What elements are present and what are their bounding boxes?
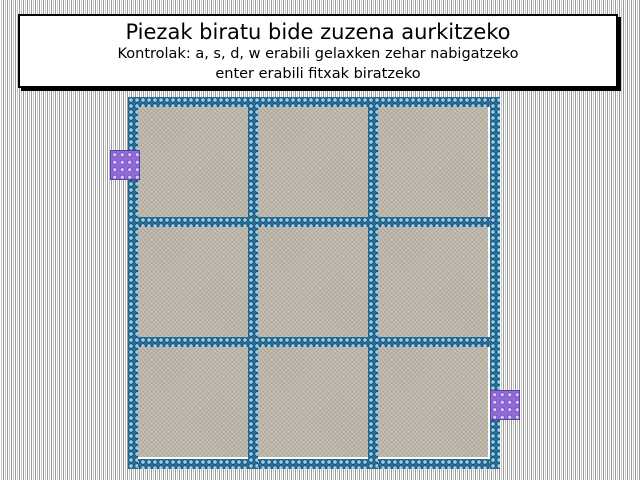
tile-r2-c3[interactable] bbox=[378, 227, 488, 337]
controls-instruction: Kontrolak: a, s, d, w erabili gelaxken z… bbox=[117, 46, 519, 62]
board-rail-center-2 bbox=[368, 97, 378, 469]
board-rail-center-1 bbox=[248, 97, 258, 469]
tile-r3-c3[interactable] bbox=[378, 347, 488, 457]
board-rail-middle-1 bbox=[128, 217, 500, 227]
board-rail-middle-2 bbox=[128, 337, 500, 347]
start-marker-icon bbox=[110, 150, 140, 180]
end-marker-icon bbox=[490, 390, 520, 420]
game-title: Piezak biratu bide zuzena aurkitzeko bbox=[125, 20, 511, 44]
board-rail-top bbox=[128, 97, 500, 107]
tile-r2-c2[interactable] bbox=[258, 227, 368, 337]
board-rail-bottom bbox=[128, 459, 500, 469]
tile-r3-c2[interactable] bbox=[258, 347, 368, 457]
tile-r2-c1[interactable] bbox=[138, 227, 248, 337]
rotate-instruction: enter erabili fitxak biratzeko bbox=[215, 66, 421, 82]
tile-r3-c1[interactable] bbox=[138, 347, 248, 457]
tile-r1-c1[interactable] bbox=[138, 107, 248, 217]
puzzle-board bbox=[128, 97, 500, 469]
tile-r1-c2[interactable] bbox=[258, 107, 368, 217]
instructions-banner: Piezak biratu bide zuzena aurkitzeko Kon… bbox=[18, 14, 618, 88]
tile-r1-c3[interactable] bbox=[378, 107, 488, 217]
